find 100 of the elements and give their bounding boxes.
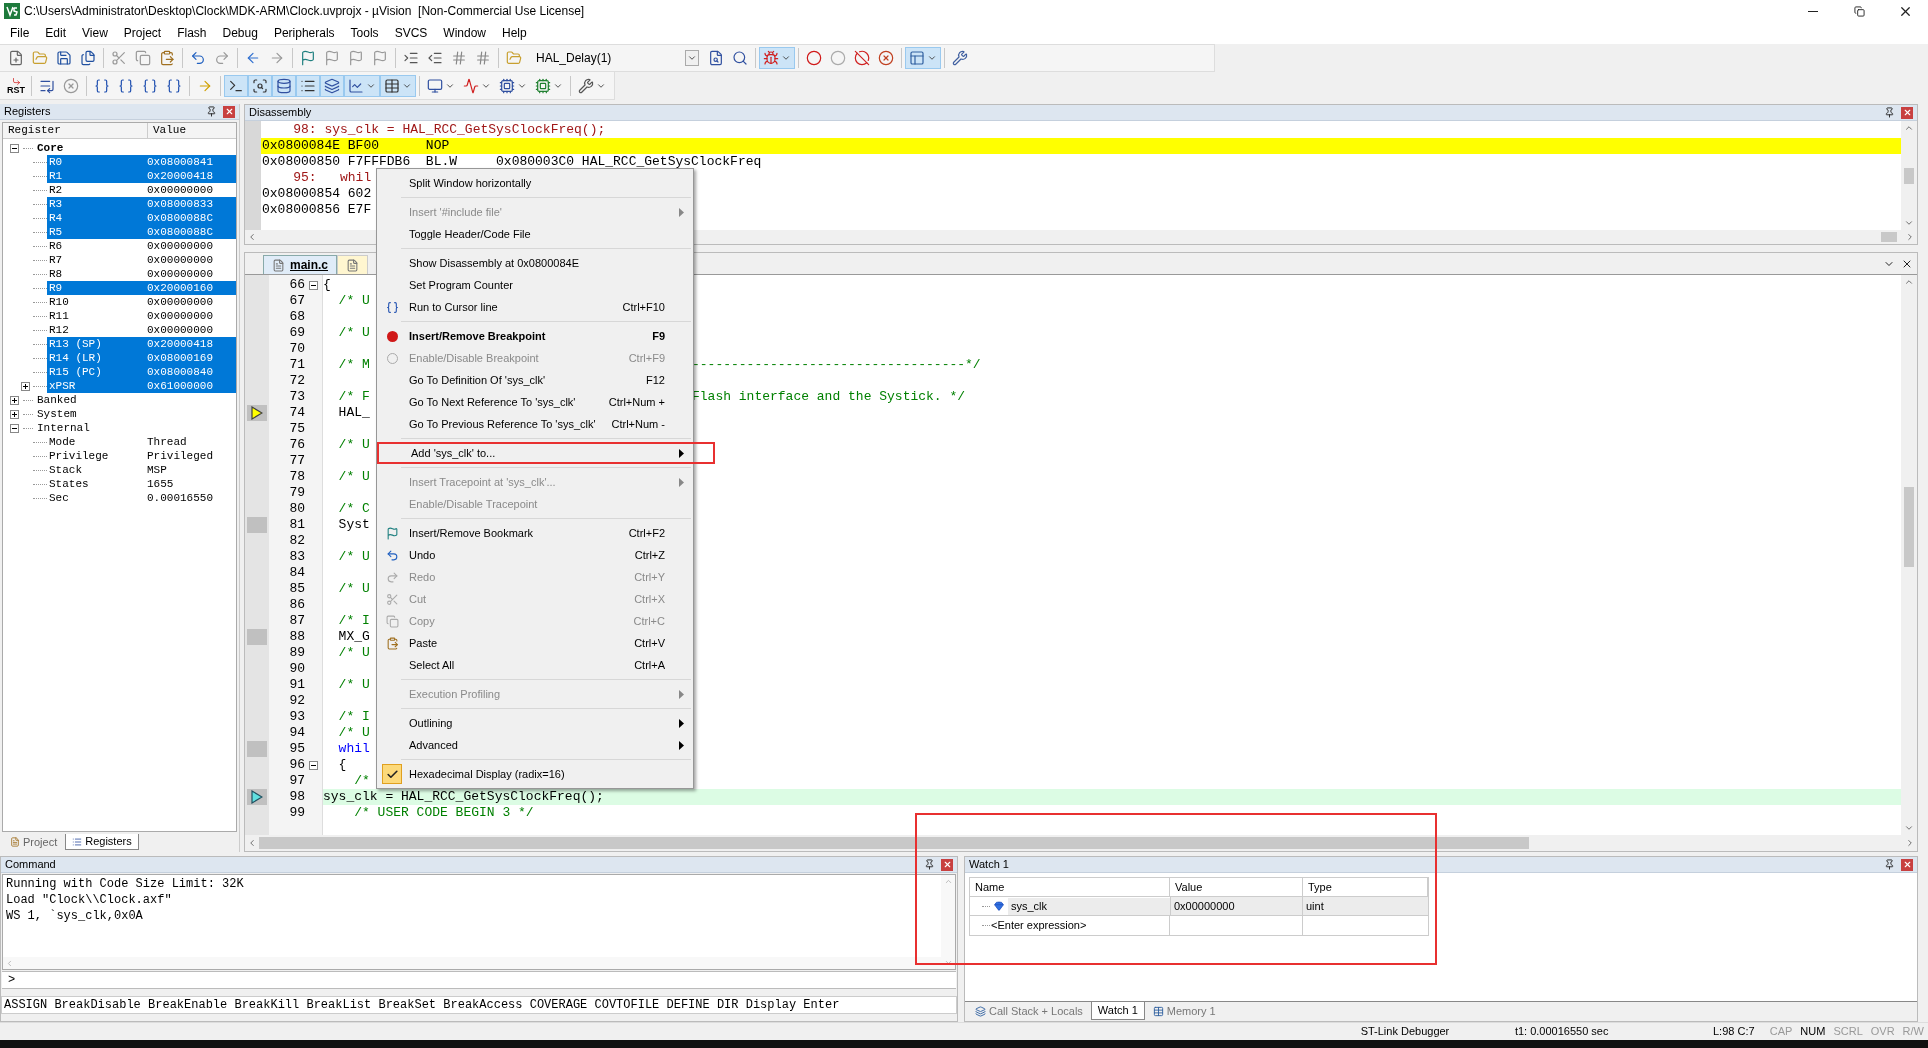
scroll-up-icon[interactable] (1904, 277, 1914, 287)
pin-icon[interactable] (1884, 859, 1895, 870)
close-button[interactable] (1901, 106, 1913, 119)
watch-name[interactable]: sys_clk (1008, 897, 1170, 915)
menu-item[interactable]: Insert/Remove Breakpoint F9 (377, 325, 693, 347)
column-header[interactable]: Register (3, 123, 148, 138)
column-header[interactable]: Value (148, 123, 236, 138)
menu-item[interactable]: Undo Ctrl+Z (377, 544, 693, 566)
fold-icon[interactable] (309, 280, 318, 290)
command-input[interactable]: > (2, 971, 956, 989)
panel-tab[interactable]: Registers (65, 834, 139, 850)
register-row[interactable]: Mode Thread (47, 435, 236, 449)
reset-button[interactable]: RST (4, 74, 28, 97)
panel-tab[interactable]: Project (4, 834, 64, 850)
register-row[interactable]: R0 0x08000841 (47, 155, 236, 169)
scrollbar-thumb[interactable] (1904, 167, 1914, 184)
list-button[interactable] (296, 74, 320, 97)
scrollbar-thumb[interactable] (1881, 232, 1897, 242)
register-row[interactable]: R10 0x00000000 (47, 295, 236, 309)
menu-bar-item[interactable]: Flash (169, 24, 215, 42)
scroll-right-icon[interactable] (1905, 838, 1915, 848)
menu-item[interactable]: Advanced (377, 734, 693, 756)
close-icon[interactable] (1901, 258, 1913, 270)
menu-item[interactable]: Go To Next Reference To 'sys_clk' Ctrl+Num + (377, 391, 693, 413)
menu-item[interactable]: Paste Ctrl+V (377, 632, 693, 654)
scroll-left-icon[interactable] (247, 232, 257, 242)
expand-icon[interactable] (10, 395, 19, 405)
register-row[interactable]: R6 0x00000000 (47, 239, 236, 253)
menu-item[interactable]: Split Window horizontally (377, 172, 693, 194)
register-row[interactable]: R9 0x20000160 (47, 281, 236, 295)
horizontal-scrollbar[interactable] (245, 835, 1917, 851)
watch-value[interactable]: 0x00000000 (1170, 897, 1303, 915)
register-row[interactable]: R7 0x00000000 (47, 253, 236, 267)
menu-item[interactable]: Go To Previous Reference To 'sys_clk' Ctrl+Num - (377, 413, 693, 435)
register-row[interactable]: Privilege Privileged (47, 449, 236, 463)
menu-bar-item[interactable]: Edit (37, 24, 75, 42)
target-dropdown[interactable]: HAL_Delay(1) (532, 48, 700, 68)
bug-button[interactable] (759, 47, 795, 69)
vertical-scrollbar[interactable] (1901, 121, 1917, 230)
menu-item[interactable]: Show Disassembly at 0x0800084E (377, 252, 693, 274)
menu-item[interactable]: Set Program Counter (377, 274, 693, 296)
expand-icon[interactable] (21, 381, 30, 391)
close-button[interactable] (223, 105, 235, 118)
pin-icon[interactable] (1884, 107, 1895, 118)
register-row[interactable]: R5 0x0800088C (47, 225, 236, 239)
window-button[interactable] (905, 47, 941, 69)
register-row[interactable]: R8 0x00000000 (47, 267, 236, 281)
collapse-icon[interactable] (10, 423, 19, 433)
scrollbar-thumb[interactable] (259, 837, 1529, 849)
table-button[interactable] (380, 74, 416, 97)
terminal-button[interactable] (224, 74, 248, 97)
scroll-up-icon[interactable] (1904, 123, 1914, 133)
menu-bar-item[interactable]: Peripherals (265, 24, 343, 42)
register-row[interactable]: States 1655 (47, 477, 236, 491)
menu-bar-item[interactable]: Project (115, 24, 170, 42)
pin-icon[interactable] (924, 859, 935, 870)
register-row[interactable]: R15 (PC) 0x08000840 (47, 365, 236, 379)
menu-bar-item[interactable]: View (74, 24, 116, 42)
menu-item[interactable]: Run to Cursor line Ctrl+F10 (377, 296, 693, 318)
line-chart-button[interactable] (344, 74, 380, 97)
database-button[interactable] (272, 74, 296, 97)
pin-icon[interactable] (206, 106, 217, 117)
register-row[interactable]: R13 (SP) 0x20000418 (47, 337, 236, 351)
menu-bar-item[interactable]: File (2, 24, 38, 42)
file-tab[interactable] (337, 255, 368, 274)
menu-item[interactable]: Insert/Remove Bookmark Ctrl+F2 (377, 522, 693, 544)
vertical-scrollbar[interactable] (1901, 275, 1917, 835)
panel-tab[interactable]: Watch 1 (1090, 1002, 1145, 1020)
file-tab[interactable]: main.c (263, 255, 337, 274)
layers-button[interactable] (320, 74, 344, 97)
menu-bar-item[interactable]: Debug (214, 24, 266, 42)
menu-item[interactable]: Outlining (377, 712, 693, 734)
horizontal-scrollbar[interactable] (3, 957, 941, 969)
menu-bar-item[interactable]: Help (494, 24, 535, 42)
register-row[interactable]: R11 0x00000000 (47, 309, 236, 323)
menu-bar-item[interactable]: Tools (342, 24, 387, 42)
menu-bar-item[interactable]: SVCS (386, 24, 436, 42)
register-row[interactable]: Stack MSP (47, 463, 236, 477)
scroll-down-icon[interactable] (1904, 823, 1914, 833)
scroll-right-icon[interactable] (1905, 232, 1915, 242)
close-button[interactable] (1901, 858, 1913, 871)
scan-search-button[interactable] (248, 74, 272, 97)
register-row[interactable]: R3 0x08000833 (47, 197, 236, 211)
register-row[interactable]: R14 (LR) 0x08000169 (47, 351, 236, 365)
register-row[interactable]: R2 0x00000000 (47, 183, 236, 197)
panel-tab[interactable]: Memory 1 (1146, 1002, 1222, 1020)
tree-node[interactable]: Core (37, 139, 64, 157)
scroll-down-icon[interactable] (1904, 218, 1914, 228)
collapse-icon[interactable] (10, 143, 19, 153)
menu-bar-item[interactable]: Window (435, 24, 494, 42)
fold-icon[interactable] (309, 760, 318, 770)
panel-tab[interactable]: Call Stack + Locals (969, 1002, 1089, 1020)
scroll-left-icon[interactable] (247, 838, 257, 848)
register-row[interactable]: R4 0x0800088C (47, 211, 236, 225)
menu-item[interactable]: Add 'sys_clk' to... (377, 442, 715, 464)
register-row[interactable]: xPSR 0x61000000 (47, 379, 236, 393)
expression-field[interactable]: <Enter expression> (991, 917, 1087, 934)
register-row[interactable]: R1 0x20000418 (47, 169, 236, 183)
menu-item[interactable]: Hexadecimal Display (radix=16) (377, 763, 693, 785)
menu-item[interactable]: Select All Ctrl+A (377, 654, 693, 676)
